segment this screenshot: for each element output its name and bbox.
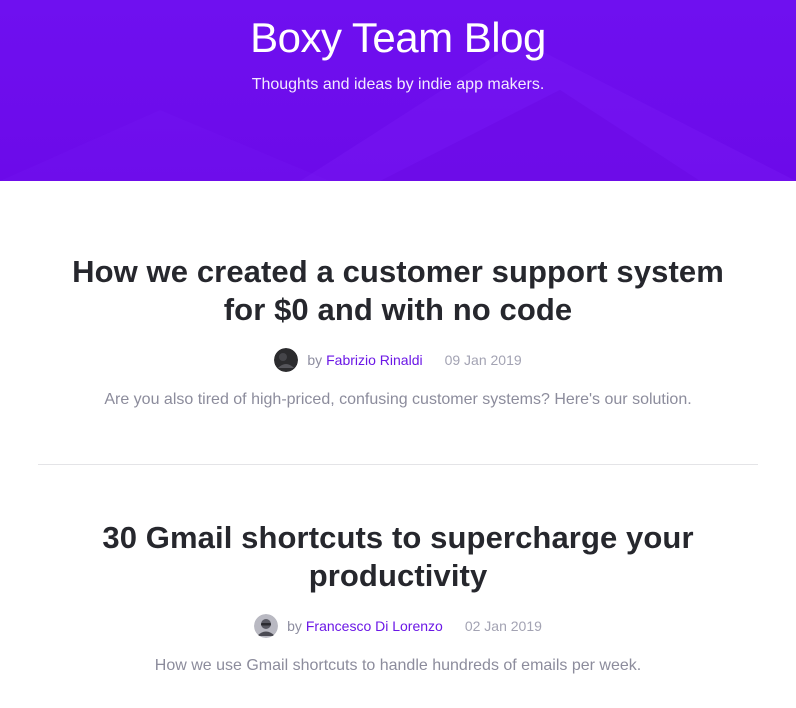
- author-avatar[interactable]: [274, 348, 299, 372]
- post-date: 09 Jan 2019: [444, 352, 522, 368]
- post-title[interactable]: How we created a customer support system…: [48, 253, 748, 329]
- post-item: 30 Gmail shortcuts to supercharge your p…: [38, 464, 758, 708]
- post-excerpt: How we use Gmail shortcuts to handle hun…: [154, 657, 642, 674]
- avatar-icon: [254, 614, 279, 638]
- blog-title[interactable]: Boxy Team Blog: [0, 0, 796, 64]
- post-date: 02 Jan 2019: [464, 618, 542, 634]
- author-link[interactable]: Fabrizio Rinaldi: [326, 348, 422, 372]
- avatar-icon: [274, 348, 299, 372]
- post-title[interactable]: 30 Gmail shortcuts to supercharge your p…: [48, 519, 748, 595]
- post-item: How we created a customer support system…: [38, 181, 758, 464]
- author-link[interactable]: Francesco Di Lorenzo: [306, 614, 443, 638]
- by-label: by: [287, 618, 302, 634]
- post-excerpt: Are you also tired of high-priced, confu…: [104, 391, 692, 408]
- blog-subtitle: Thoughts and ideas by indie app makers.: [251, 76, 545, 93]
- post-meta: by Fabrizio Rinaldi 09 Jan 2019: [38, 348, 758, 372]
- author-avatar[interactable]: [254, 614, 279, 638]
- blog-header: Boxy Team Blog Thoughts and ideas by ind…: [0, 0, 796, 181]
- by-label: by: [307, 352, 323, 368]
- post-meta: by Francesco Di Lorenzo 02 Jan 2019: [38, 614, 758, 638]
- post-list: How we created a customer support system…: [38, 181, 758, 708]
